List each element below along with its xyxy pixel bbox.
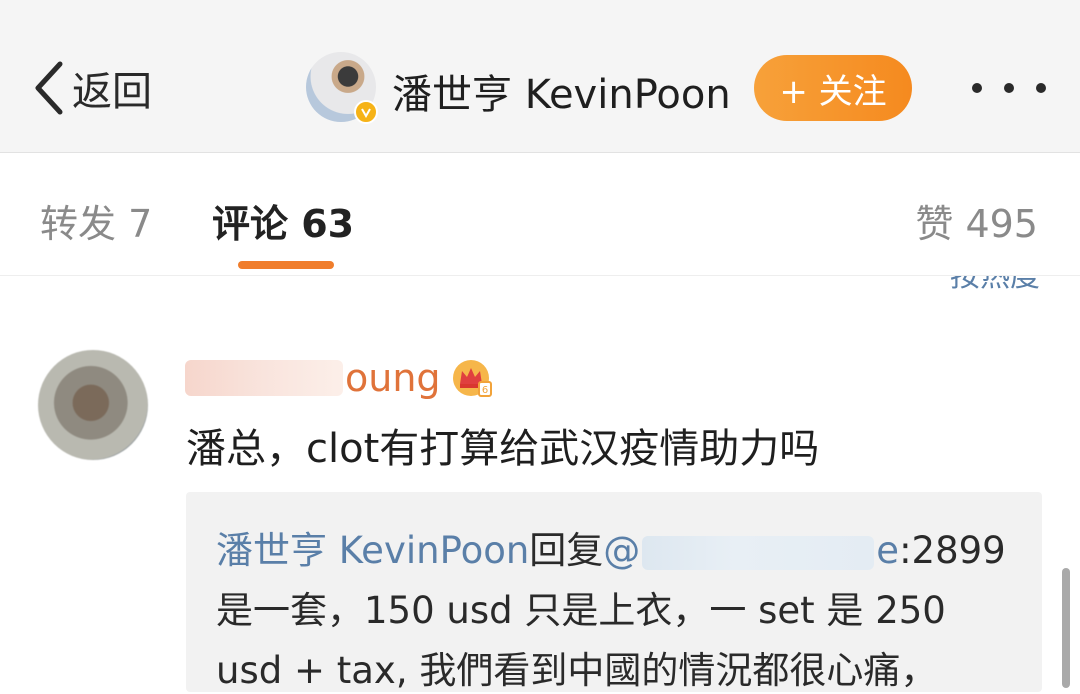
redacted-mention-blur <box>642 535 875 570</box>
sort-label: 按热度 <box>950 276 1040 294</box>
verified-badge-icon <box>354 100 378 124</box>
reply-line-1-rest: :2899 <box>899 529 1006 572</box>
mention-start[interactable]: @ <box>603 529 640 572</box>
reply-author-link[interactable]: 潘世亨 KevinPoon <box>216 529 529 572</box>
reply-line-1: 潘世亨 KevinPoon回复@ e:2899 <box>216 520 1006 574</box>
reply-line-2: 是一套，150 usd 只是上衣，一 set 是 250 <box>216 589 946 632</box>
redacted-name-blur <box>185 360 343 396</box>
tab-bar: 转发 7 评论 63 赞 495 <box>0 153 1080 276</box>
comment-text: 潘总，clot有打算给武汉疫情助力吗 <box>186 426 820 472</box>
follow-button[interactable]: + 关注 <box>754 55 912 121</box>
back-button[interactable]: 返回 <box>32 56 152 120</box>
reply-verb: 回复 <box>529 529 604 572</box>
reply-preview[interactable]: 潘世亨 KevinPoon回复@ e:2899 是一套，150 usd 只是上衣，… <box>186 492 1042 692</box>
profile-name[interactable]: 潘世亨 KevinPoon <box>392 62 731 120</box>
vip-crown-icon: 6 <box>452 360 492 397</box>
commenter-name-visible: oung <box>345 356 441 400</box>
commenter-avatar[interactable] <box>38 350 148 460</box>
top-navigation-bar: 返回 潘世亨 KevinPoon + 关注 <box>0 0 1080 153</box>
scrollbar[interactable] <box>1062 568 1070 688</box>
back-chevron-icon <box>32 60 64 116</box>
active-tab-indicator <box>238 261 334 269</box>
reply-line-3: usd + tax, 我們看到中國的情況都很心痛， <box>216 649 938 692</box>
profile-avatar[interactable] <box>306 52 378 124</box>
commenter-name[interactable]: oung 6 <box>185 352 493 404</box>
back-label: 返回 <box>72 69 152 115</box>
sort-toggle[interactable]: 按热度 <box>950 276 1040 294</box>
tab-comments[interactable]: 评论 63 <box>212 193 354 248</box>
mention-end[interactable]: e <box>876 529 899 572</box>
tab-likes[interactable]: 赞 495 <box>915 193 1038 248</box>
more-icon[interactable] <box>972 68 1046 108</box>
svg-text:6: 6 <box>481 385 487 396</box>
tab-repost[interactable]: 转发 7 <box>40 193 152 248</box>
